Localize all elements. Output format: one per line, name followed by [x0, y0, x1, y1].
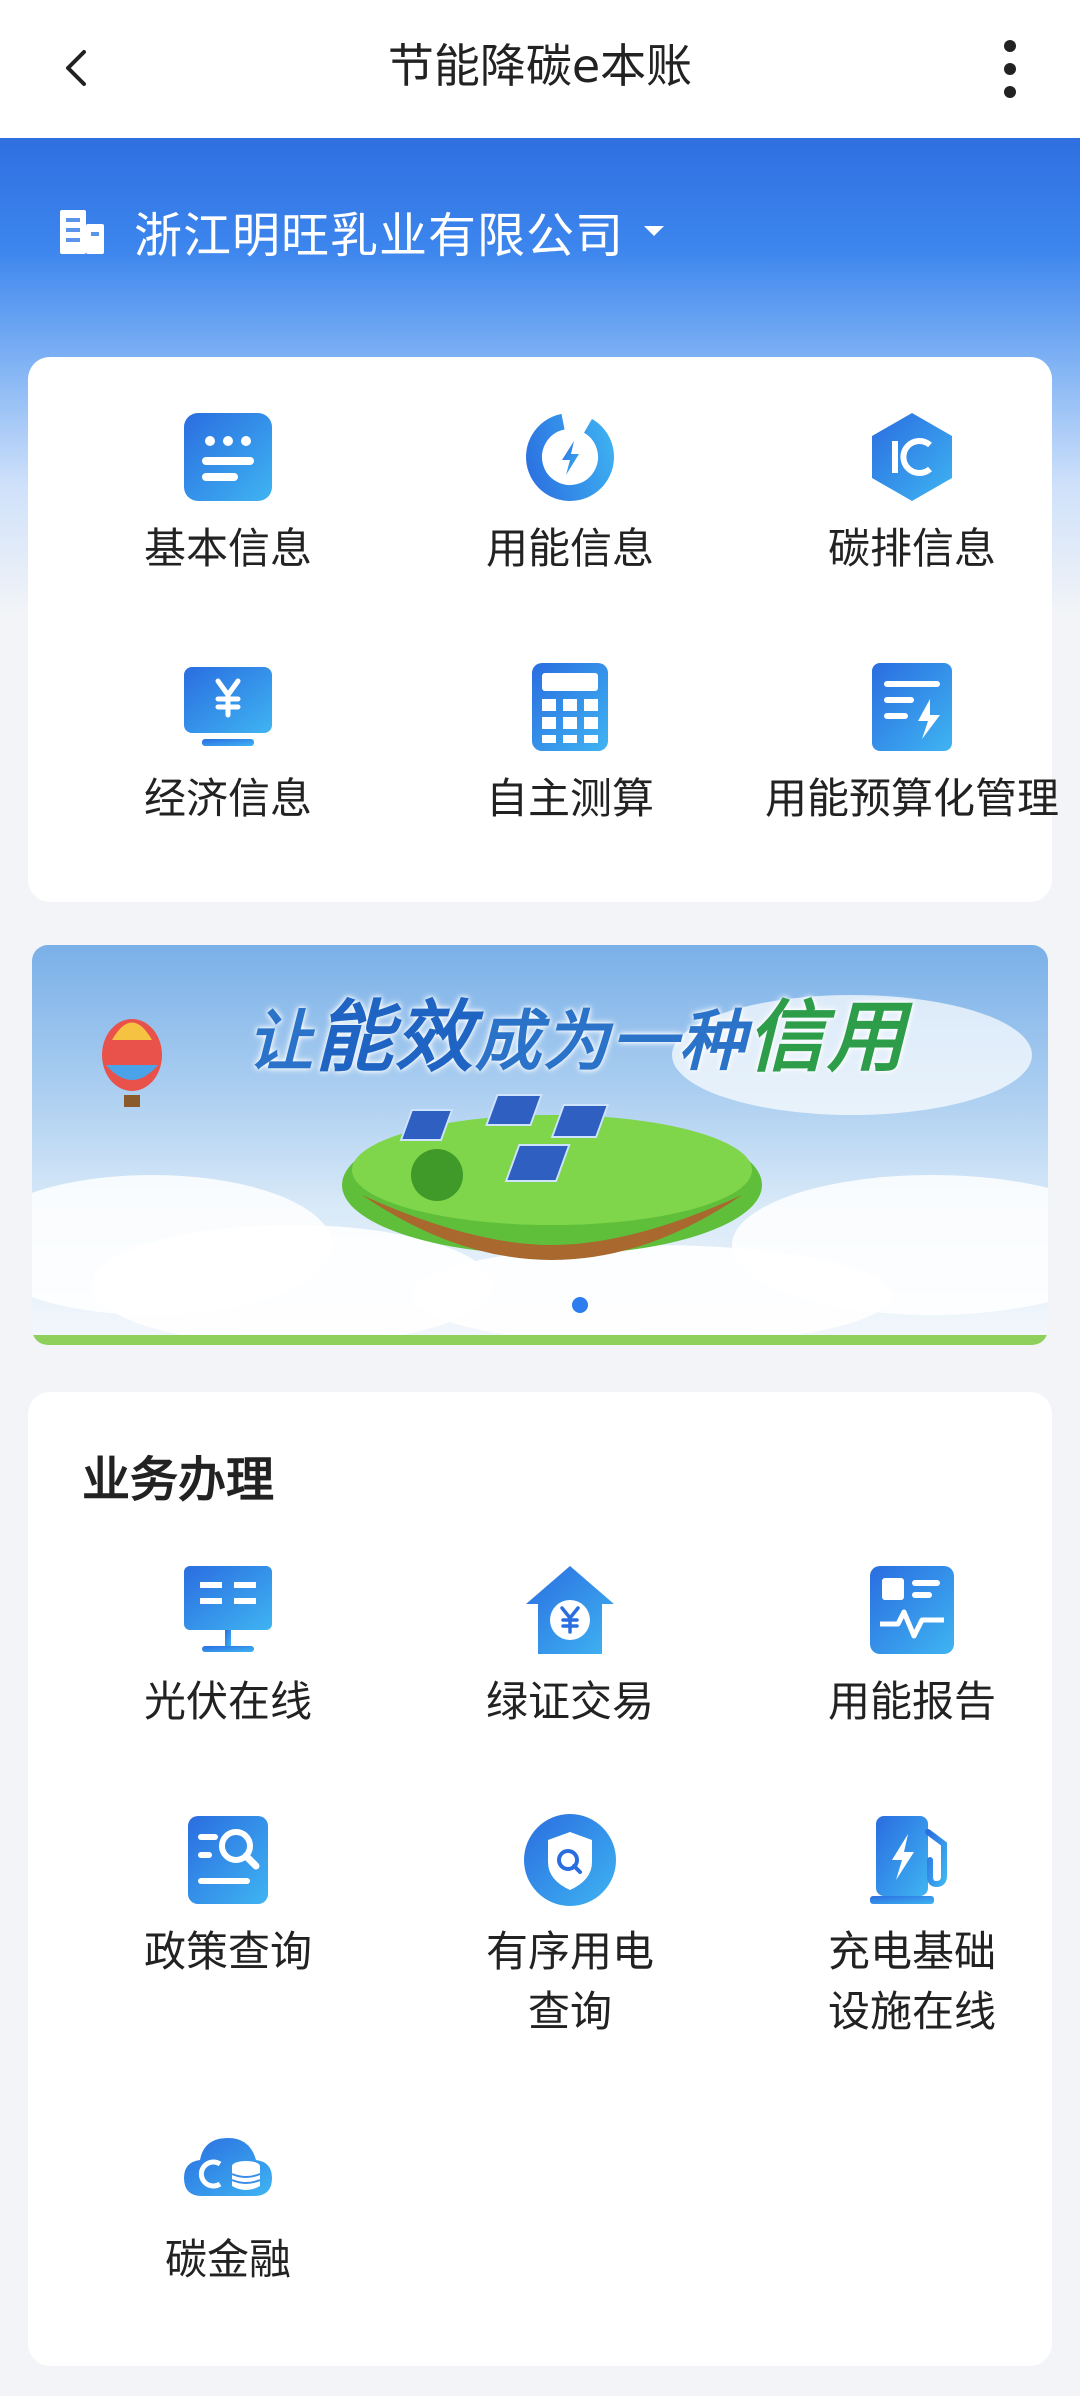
charging-station-icon [870, 1816, 947, 1904]
grid-item-label: 政策查询 [143, 1927, 312, 1976]
grid-item-energy-report[interactable]: 用能报告 [742, 1562, 1080, 1732]
shield-search-icon [524, 1814, 616, 1906]
grid-item-label: 碳金融 [164, 2235, 291, 2284]
grid-item-label-line1: 有序用电 [485, 1927, 654, 1976]
grid-item-label: 碳排信息 [827, 524, 996, 573]
grid-item-green-cert[interactable]: 绿证交易 [400, 1562, 740, 1732]
grid-item-label: 经济信息 [143, 774, 312, 823]
grid-item-label: 用能信息 [485, 524, 654, 573]
company-selector[interactable]: 浙江明旺乳业有限公司 [58, 198, 666, 264]
green-cert-house-icon [526, 1566, 614, 1654]
grid-item-self-calculation[interactable]: 自主测算 [400, 659, 740, 829]
section-title: 业务办理 [82, 1452, 275, 1508]
building-icon [60, 210, 104, 254]
promo-banner[interactable]: 让能效成为一种信用 [32, 945, 1048, 1345]
grid-item-label: 绿证交易 [485, 1677, 654, 1726]
grid-item-energy-info[interactable]: 用能信息 [400, 409, 740, 579]
grid-item-label-line1: 充电基础 [827, 1927, 996, 1976]
grid-item-carbon-finance[interactable]: 碳金融 [58, 2120, 398, 2290]
info-list-icon [184, 413, 272, 501]
yuan-monitor-icon [184, 667, 272, 746]
top-bar: 节能降碳e本账 [0, 0, 1080, 138]
grid-item-label: 自主测算 [485, 774, 654, 823]
grid-item-label: 用能报告 [827, 1677, 996, 1726]
grid-item-pv-online[interactable]: 光伏在线 [58, 1562, 398, 1732]
grid-item-label: 用能预算化管理 [764, 774, 1059, 823]
carbon-finance-icon [184, 2138, 272, 2196]
chevron-down-icon [644, 226, 665, 236]
report-icon [870, 1566, 954, 1654]
more-options-icon[interactable] [980, 34, 1040, 104]
grid-item-orderly-power[interactable]: 有序用电 查询 [400, 1812, 740, 2042]
grid-item-carbon-info[interactable]: 碳排信息 [742, 409, 1080, 579]
grid-item-economic-info[interactable]: 经济信息 [58, 659, 398, 829]
grid-item-label-line2: 查询 [527, 1987, 612, 2036]
grid-item-energy-budget[interactable]: 用能预算化管理 [742, 659, 1080, 829]
business-card: 业务办理 光伏在线 绿证交易 用能报告 政策查询 有序用电 查询 充电基础 设施… [28, 1392, 1052, 2366]
solar-panel-icon [184, 1566, 272, 1652]
page-title: 节能降碳e本账 [387, 39, 693, 93]
budget-doc-icon [872, 663, 952, 751]
grid-item-basic-info[interactable]: 基本信息 [58, 409, 398, 579]
carousel-indicator[interactable] [572, 1297, 588, 1313]
grid-item-label: 光伏在线 [143, 1677, 312, 1726]
grid-item-policy-query[interactable]: 政策查询 [58, 1812, 398, 1982]
grid-item-charging-facility[interactable]: 充电基础 设施在线 [742, 1812, 1080, 2042]
carbon-hexagon-icon [872, 413, 952, 501]
banner-slogan: 让能效成为一种信用 [247, 993, 908, 1083]
energy-gauge-icon [526, 413, 614, 501]
info-card: 基本信息 用能信息 碳排信息 经济信息 自主测算 用能预算化管理 [28, 357, 1059, 902]
policy-search-icon [188, 1816, 268, 1904]
grid-item-label: 基本信息 [143, 524, 312, 573]
company-name: 浙江明旺乳业有限公司 [134, 208, 625, 264]
calculator-icon [532, 663, 608, 751]
grid-item-label-line2: 设施在线 [827, 1987, 996, 2036]
